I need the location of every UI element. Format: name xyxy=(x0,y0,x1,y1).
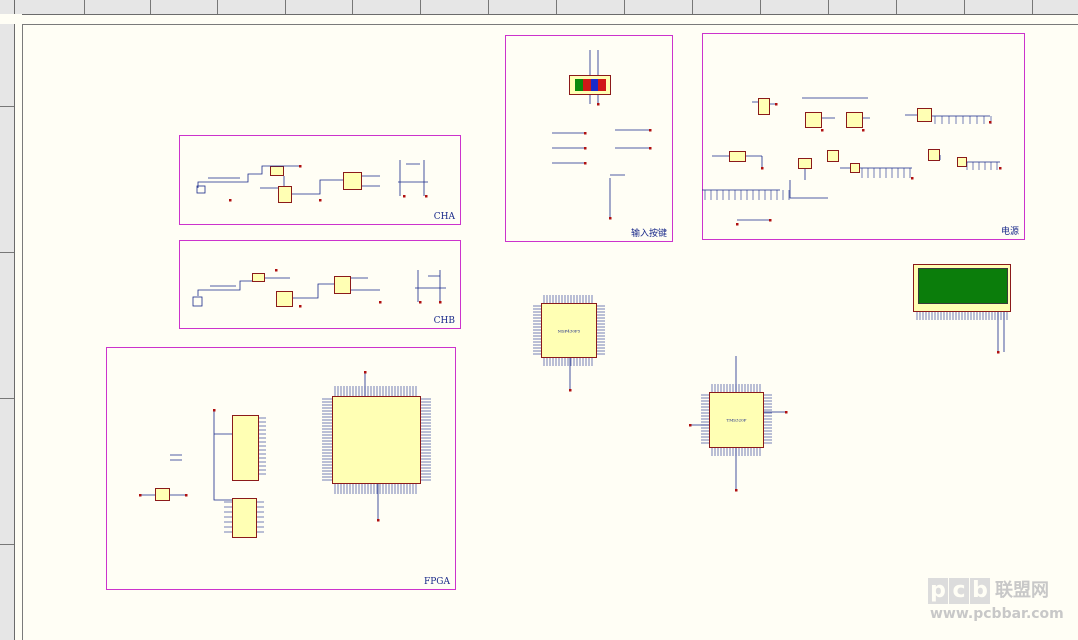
net-terminal xyxy=(821,129,824,132)
net-terminal xyxy=(999,167,1002,170)
net-terminal xyxy=(584,162,587,165)
watermark-url: www.pcbbar.com xyxy=(930,606,1064,622)
net-terminal xyxy=(229,199,232,202)
net-terminal xyxy=(769,219,772,222)
net-terminal xyxy=(377,519,380,522)
net-terminal xyxy=(139,494,142,497)
net-terminal xyxy=(419,301,422,304)
net-terminal xyxy=(185,494,188,497)
net-terminal xyxy=(862,129,865,132)
net-terminal xyxy=(997,351,1000,354)
watermark-c: c xyxy=(949,578,969,604)
schematic-sheet[interactable]: CHA CHB 输入按键 电源 FPGA MSP430F5 TMS320F p … xyxy=(0,0,1078,640)
net-terminal xyxy=(275,269,278,272)
watermark-b: b xyxy=(970,578,990,604)
net-terminal xyxy=(761,167,764,170)
net-terminal xyxy=(439,301,442,304)
net-terminal xyxy=(989,121,992,124)
net-terminal xyxy=(775,103,778,106)
net-terminal xyxy=(299,305,302,308)
net-terminal xyxy=(403,195,406,198)
watermark-logo: p c b 联盟网 www.pcbbar.com xyxy=(928,574,1076,628)
net-terminal xyxy=(649,147,652,150)
net-terminal xyxy=(689,424,692,427)
schematic-wiring xyxy=(139,50,1008,533)
net-terminal xyxy=(609,217,612,220)
net-terminal xyxy=(379,301,382,304)
watermark-cn-text: 联盟网 xyxy=(995,580,1049,601)
net-terminal xyxy=(584,147,587,150)
net-terminal xyxy=(569,389,572,392)
net-terminal xyxy=(785,411,788,414)
net-terminal xyxy=(649,129,652,132)
net-terminal xyxy=(911,177,914,180)
net-terminal xyxy=(735,489,738,492)
net-terminal xyxy=(319,199,322,202)
net-terminal xyxy=(584,132,587,135)
net-terminal xyxy=(299,165,302,168)
net-terminal xyxy=(213,409,216,412)
net-terminal xyxy=(736,223,739,226)
net-terminal xyxy=(597,103,600,106)
net-terminal xyxy=(425,195,428,198)
watermark-p: p xyxy=(928,578,948,604)
net-terminal xyxy=(364,371,367,374)
